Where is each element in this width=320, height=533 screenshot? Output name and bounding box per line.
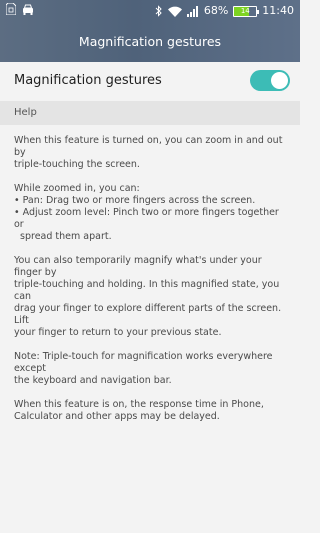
help-content: When this feature is turned on, you can …	[14, 135, 290, 435]
help-text-line: • Adjust zoom level: Pinch two or more f…	[14, 207, 279, 230]
help-paragraph-4: Note: Triple-touch for magnification wor…	[14, 351, 290, 387]
help-text-line: your finger to return to your previous s…	[14, 327, 222, 338]
status-left	[6, 3, 34, 15]
wifi-icon	[167, 6, 182, 17]
help-text-line: When this feature is on, the response ti…	[14, 399, 264, 410]
help-paragraph-1: When this feature is turned on, you can …	[14, 135, 290, 171]
settings-screen: 68% 14 11:40 Magnification gestures Magn…	[0, 0, 300, 533]
help-text-line: triple-touching and holding. In this mag…	[14, 279, 280, 302]
help-section-header: Help	[0, 101, 300, 125]
battery-percent: 68%	[203, 4, 229, 17]
sim-icon	[6, 3, 16, 15]
help-paragraph-5: When this feature is on, the response ti…	[14, 399, 290, 423]
help-text-line: Note: Triple-touch for magnification wor…	[14, 351, 273, 374]
help-text-line: While zoomed in, you can:	[14, 183, 140, 194]
help-text-line: When this feature is turned on, you can …	[14, 135, 283, 158]
help-text-line: You can also temporarily magnify what's …	[14, 255, 262, 278]
help-text-line: spread them apart.	[14, 231, 112, 242]
battery-level-text: 14	[240, 6, 250, 15]
help-text-line: • Pan: Drag two or more fingers across t…	[14, 195, 256, 206]
page-title: Magnification gestures	[78, 34, 222, 49]
status-right: 68% 14 11:40	[155, 3, 294, 19]
help-text-line: Calculator and other apps may be delayed…	[14, 411, 220, 422]
app-header: 68% 14 11:40 Magnification gestures	[0, 0, 300, 62]
help-paragraph-2: While zoomed in, you can: • Pan: Drag tw…	[14, 183, 290, 243]
help-text-line: triple-touching the screen.	[14, 159, 140, 170]
signal-icon	[186, 5, 199, 17]
help-heading: Help	[14, 107, 37, 118]
magnification-switch[interactable]	[250, 70, 290, 91]
bottom-spacer	[0, 505, 300, 533]
clock: 11:40	[262, 4, 294, 17]
help-text-line: drag your finger to explore different pa…	[14, 303, 282, 326]
help-paragraph-3: You can also temporarily magnify what's …	[14, 255, 290, 339]
toggle-label: Magnification gestures	[14, 73, 162, 88]
help-text-line: the keyboard and navigation bar.	[14, 375, 172, 386]
status-bar: 68% 14 11:40	[0, 0, 300, 22]
battery-icon: 14	[233, 5, 260, 17]
bluetooth-icon	[155, 5, 163, 17]
magnification-toggle-row[interactable]: Magnification gestures	[0, 62, 300, 100]
switch-knob	[271, 72, 288, 89]
car-icon	[22, 4, 34, 15]
